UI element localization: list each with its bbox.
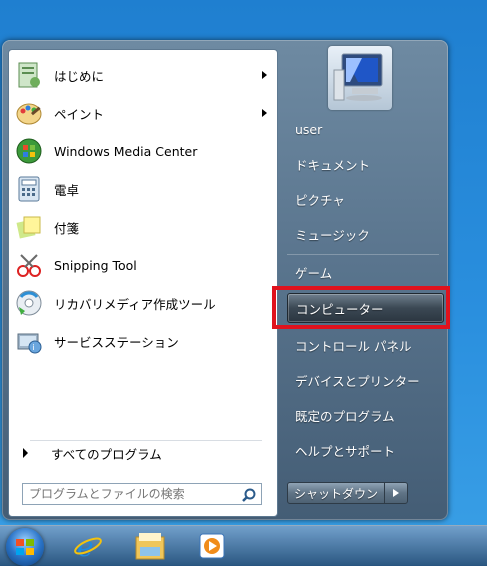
taskbar: e (0, 525, 487, 566)
menu-item-label: ヘルプとサポート (295, 443, 396, 459)
highlight-box (272, 286, 450, 329)
shutdown-options-button[interactable] (384, 482, 408, 504)
explorer-folder-icon[interactable] (134, 530, 166, 562)
program-label: サービスステーション (54, 334, 179, 350)
menu-item-label: ゲーム (295, 265, 333, 281)
program-calculator[interactable]: 電卓 (9, 170, 277, 208)
program-label: 付箋 (54, 220, 80, 236)
paint-icon (11, 97, 47, 129)
program-media-center[interactable]: Windows Media Center (9, 132, 277, 170)
menu-item-label: ピクチャ (295, 192, 345, 208)
computer-icon (333, 53, 383, 101)
sticky-notes-icon (11, 211, 47, 243)
all-programs-label: すべてのプログラム (51, 446, 162, 462)
program-label: はじめに (54, 68, 105, 84)
program-label: リカバリメディア作成ツール (54, 296, 216, 312)
media-center-icon (11, 135, 47, 167)
internet-explorer-icon[interactable]: e (72, 530, 104, 562)
menu-divider (287, 254, 439, 255)
program-getting-started[interactable]: はじめに (9, 56, 277, 94)
program-service-station[interactable]: i サービスステーション (9, 322, 277, 360)
search-input[interactable] (27, 486, 236, 502)
menu-item-user[interactable]: user (287, 115, 442, 143)
shutdown-button[interactable]: シャットダウン (287, 482, 385, 504)
program-paint[interactable]: ペイント (9, 94, 277, 132)
all-programs[interactable]: すべてのプログラム (9, 441, 277, 465)
service-station-icon: i (11, 325, 47, 357)
recovery-media-icon (11, 287, 47, 319)
program-label: Snipping Tool (54, 257, 137, 273)
start-menu: はじめに ペイント Windows Media Center 電卓 付箋 Sni… (2, 40, 448, 520)
menu-item-default-programs[interactable]: 既定のプログラム (287, 401, 442, 429)
menu-item-pictures[interactable]: ピクチャ (287, 185, 442, 213)
svg-text:i: i (32, 343, 34, 352)
menu-item-label: デバイスとプリンター (295, 373, 420, 389)
menu-item-label: ドキュメント (295, 157, 371, 173)
menu-item-devices-printers[interactable]: デバイスとプリンター (287, 366, 442, 394)
program-label: Windows Media Center (54, 143, 198, 159)
program-label: ペイント (54, 106, 105, 122)
program-recovery-media[interactable]: リカバリメディア作成ツール (9, 284, 277, 322)
program-label: 電卓 (54, 182, 80, 198)
program-sticky-notes[interactable]: 付箋 (9, 208, 277, 246)
programs-panel: はじめに ペイント Windows Media Center 電卓 付箋 Sni… (8, 49, 278, 517)
chevron-right-icon (393, 489, 399, 497)
menu-item-label: ミュージック (295, 227, 370, 243)
program-snipping-tool[interactable]: Snipping Tool (9, 246, 277, 284)
start-orb-icon[interactable] (6, 528, 44, 566)
menu-item-help-support[interactable]: ヘルプとサポート (287, 436, 442, 464)
submenu-arrow-icon (262, 71, 267, 79)
calculator-icon (11, 173, 47, 205)
getting-started-icon (11, 59, 47, 91)
submenu-arrow-icon (262, 109, 267, 117)
menu-item-control-panel[interactable]: コントロール パネル (287, 331, 442, 359)
menu-item-label: コントロール パネル (295, 338, 412, 354)
snipping-tool-icon (11, 249, 47, 281)
user-picture[interactable] (328, 46, 392, 110)
search-box[interactable] (22, 483, 262, 505)
media-player-icon[interactable] (196, 530, 228, 562)
menu-item-games[interactable]: ゲーム (287, 258, 442, 286)
search-icon[interactable] (242, 487, 256, 506)
menu-item-music[interactable]: ミュージック (287, 220, 442, 248)
menu-item-label: 既定のプログラム (295, 408, 395, 424)
menu-item-label: user (295, 121, 323, 137)
menu-item-documents[interactable]: ドキュメント (287, 150, 442, 178)
expand-arrow-icon (23, 448, 28, 458)
